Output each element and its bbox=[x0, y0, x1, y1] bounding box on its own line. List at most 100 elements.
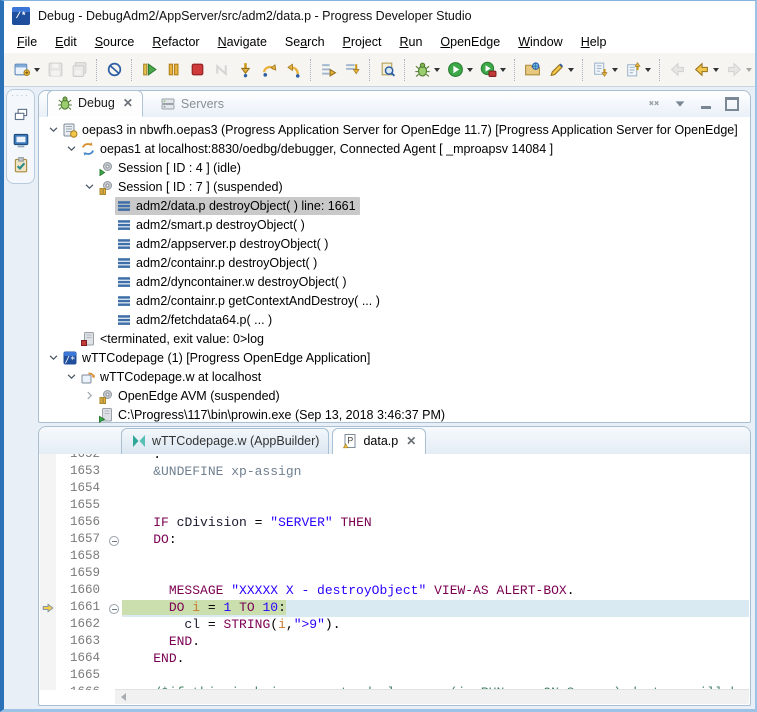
rail-drag-handle[interactable]: ···· bbox=[11, 92, 30, 100]
annotation-ruler[interactable] bbox=[40, 454, 56, 464]
tree-item[interactable]: oepas1 at localhost:8830/oedbg/debugger,… bbox=[79, 140, 557, 158]
tab-debug-close-icon[interactable]: ✕ bbox=[123, 96, 133, 110]
step-return-button[interactable] bbox=[281, 58, 305, 82]
annotation-ruler[interactable] bbox=[40, 634, 56, 651]
code-text[interactable] bbox=[122, 668, 749, 685]
collapse-icon[interactable] bbox=[45, 122, 61, 138]
code-text[interactable]: DO: bbox=[122, 532, 749, 549]
highlight-button[interactable] bbox=[544, 58, 577, 82]
tree-item[interactable]: adm2/fetchdata64.p( ... ) bbox=[115, 311, 276, 329]
collapse-icon[interactable] bbox=[63, 141, 79, 157]
tree-item[interactable]: adm2/smart.p destroyObject( ) bbox=[115, 216, 309, 234]
tree-item[interactable]: adm2/dyncontainer.w destroyObject( ) bbox=[115, 273, 351, 291]
annotation-ruler[interactable] bbox=[40, 549, 56, 566]
menu-file[interactable]: File bbox=[8, 32, 46, 52]
code-text[interactable]: MESSAGE "XXXXX X - destroyObject" VIEW-A… bbox=[122, 583, 749, 600]
collapse-icon[interactable] bbox=[45, 350, 61, 366]
annotation-ruler[interactable] bbox=[40, 668, 56, 685]
back-button[interactable] bbox=[689, 58, 722, 82]
code-text[interactable]: END. bbox=[122, 634, 749, 651]
horizontal-scrollbar[interactable] bbox=[115, 689, 749, 704]
tree-item[interactable]: adm2/containr.p getContextAndDestroy( ..… bbox=[115, 292, 384, 310]
tree-item[interactable]: oepas3 in nbwfh.oepas3 (Progress Applica… bbox=[61, 121, 742, 139]
debug-button[interactable] bbox=[410, 58, 443, 82]
profile-button[interactable] bbox=[476, 58, 509, 82]
expand-icon[interactable] bbox=[81, 388, 97, 404]
suspend-button[interactable] bbox=[161, 58, 185, 82]
tab-wttcodepage[interactable]: wTTCodepage.w (AppBuilder) bbox=[121, 428, 330, 454]
menu-search[interactable]: Search bbox=[276, 32, 334, 52]
annotation-ruler[interactable] bbox=[40, 464, 56, 481]
code-text[interactable]: cl = STRING(i,">9"). bbox=[122, 617, 749, 634]
fold-marker[interactable] bbox=[107, 532, 122, 549]
annotation-ruler[interactable] bbox=[40, 515, 56, 532]
view-menu-icon[interactable] bbox=[672, 97, 688, 111]
next-annotation-button[interactable] bbox=[588, 58, 621, 82]
skip-all-breakpoints-button[interactable] bbox=[102, 58, 126, 82]
step-over-button[interactable] bbox=[257, 58, 281, 82]
menu-run[interactable]: Run bbox=[390, 32, 431, 52]
annotation-ruler[interactable] bbox=[40, 583, 56, 600]
code-text[interactable]: &UNDEFINE xp-assign bbox=[122, 464, 749, 481]
annotation-ruler[interactable] bbox=[40, 566, 56, 583]
menu-source[interactable]: Source bbox=[86, 32, 144, 52]
code-text[interactable] bbox=[122, 498, 749, 515]
code-text[interactable]: . bbox=[122, 454, 749, 464]
tab-datap-close-icon[interactable]: ✕ bbox=[406, 434, 416, 448]
tasks-view-icon[interactable] bbox=[12, 156, 30, 174]
tree-item[interactable]: adm2/containr.p destroyObject( ) bbox=[115, 254, 321, 272]
step-into-button[interactable] bbox=[233, 58, 257, 82]
tree-item[interactable]: wTTCodepage.w at localhost bbox=[79, 368, 265, 386]
annotation-ruler[interactable] bbox=[40, 481, 56, 498]
tree-item[interactable]: OpenEdge AVM (suspended) bbox=[97, 387, 284, 405]
scroll-left-icon[interactable] bbox=[121, 693, 126, 701]
annotation-ruler[interactable] bbox=[40, 498, 56, 515]
inspect-button[interactable] bbox=[375, 58, 399, 82]
annotation-ruler[interactable] bbox=[40, 617, 56, 634]
tree-item[interactable]: adm2/data.p destroyObject( ) line: 1661 bbox=[115, 196, 360, 215]
tab-servers[interactable]: Servers bbox=[151, 92, 233, 117]
console-view-icon[interactable] bbox=[12, 131, 30, 149]
menu-openedge[interactable]: OpenEdge bbox=[431, 32, 509, 52]
annotation-ruler[interactable] bbox=[40, 685, 56, 690]
code-text[interactable] bbox=[122, 481, 749, 498]
code-text[interactable]: DO i = 1 TO 10: bbox=[122, 600, 749, 617]
remove-all-terminated-icon[interactable] bbox=[646, 97, 662, 111]
menu-help[interactable]: Help bbox=[572, 32, 616, 52]
open-resource-button[interactable] bbox=[520, 58, 544, 82]
collapse-icon[interactable] bbox=[63, 369, 79, 385]
previous-annotation-button[interactable] bbox=[621, 58, 654, 82]
annotation-ruler[interactable] bbox=[40, 600, 56, 617]
tab-debug[interactable]: Debug ✕ bbox=[47, 90, 143, 117]
run-button[interactable] bbox=[443, 58, 476, 82]
tree-item[interactable]: C:\Progress\117\bin\prowin.exe (Sep 13, … bbox=[97, 406, 449, 424]
code-text[interactable] bbox=[122, 566, 749, 583]
maximize-icon[interactable] bbox=[724, 97, 740, 111]
annotation-ruler[interactable] bbox=[40, 532, 56, 549]
tree-item[interactable]: Session [ ID : 4 ] (idle) bbox=[97, 159, 245, 177]
tree-item[interactable]: <terminated, exit value: 0>log bbox=[79, 330, 268, 348]
tree-item[interactable]: adm2/appserver.p destroyObject( ) bbox=[115, 235, 332, 253]
menu-window[interactable]: Window bbox=[509, 32, 571, 52]
restore-views-icon[interactable] bbox=[12, 106, 30, 124]
tab-datap[interactable]: P data.p ✕ bbox=[332, 428, 427, 454]
menu-navigate[interactable]: Navigate bbox=[209, 32, 276, 52]
code-text[interactable]: IF cDivision = "SERVER" THEN bbox=[122, 515, 749, 532]
menu-refactor[interactable]: Refactor bbox=[143, 32, 208, 52]
use-step-filters-button[interactable] bbox=[316, 58, 340, 82]
collapse-icon[interactable] bbox=[81, 179, 97, 195]
code-text[interactable]: END. bbox=[122, 651, 749, 668]
step-into-selection-button[interactable] bbox=[340, 58, 364, 82]
tree-item[interactable]: Session [ ID : 7 ] (suspended) bbox=[97, 178, 287, 196]
terminate-button[interactable] bbox=[185, 58, 209, 82]
annotation-ruler[interactable] bbox=[40, 651, 56, 668]
tree-item[interactable]: /* wTTCodepage (1) [Progress OpenEdge App… bbox=[61, 349, 374, 367]
code-text[interactable] bbox=[122, 549, 749, 566]
menu-edit[interactable]: Edit bbox=[46, 32, 86, 52]
minimize-icon[interactable] bbox=[698, 97, 714, 111]
new-wizard-button[interactable] bbox=[10, 58, 43, 82]
fold-marker[interactable] bbox=[107, 600, 122, 617]
menu-project[interactable]: Project bbox=[334, 32, 391, 52]
code-editor[interactable]: 1652 . 1653 &UNDEFINE xp-assign 1654 1655 16… bbox=[40, 454, 749, 690]
resume-button[interactable] bbox=[137, 58, 161, 82]
